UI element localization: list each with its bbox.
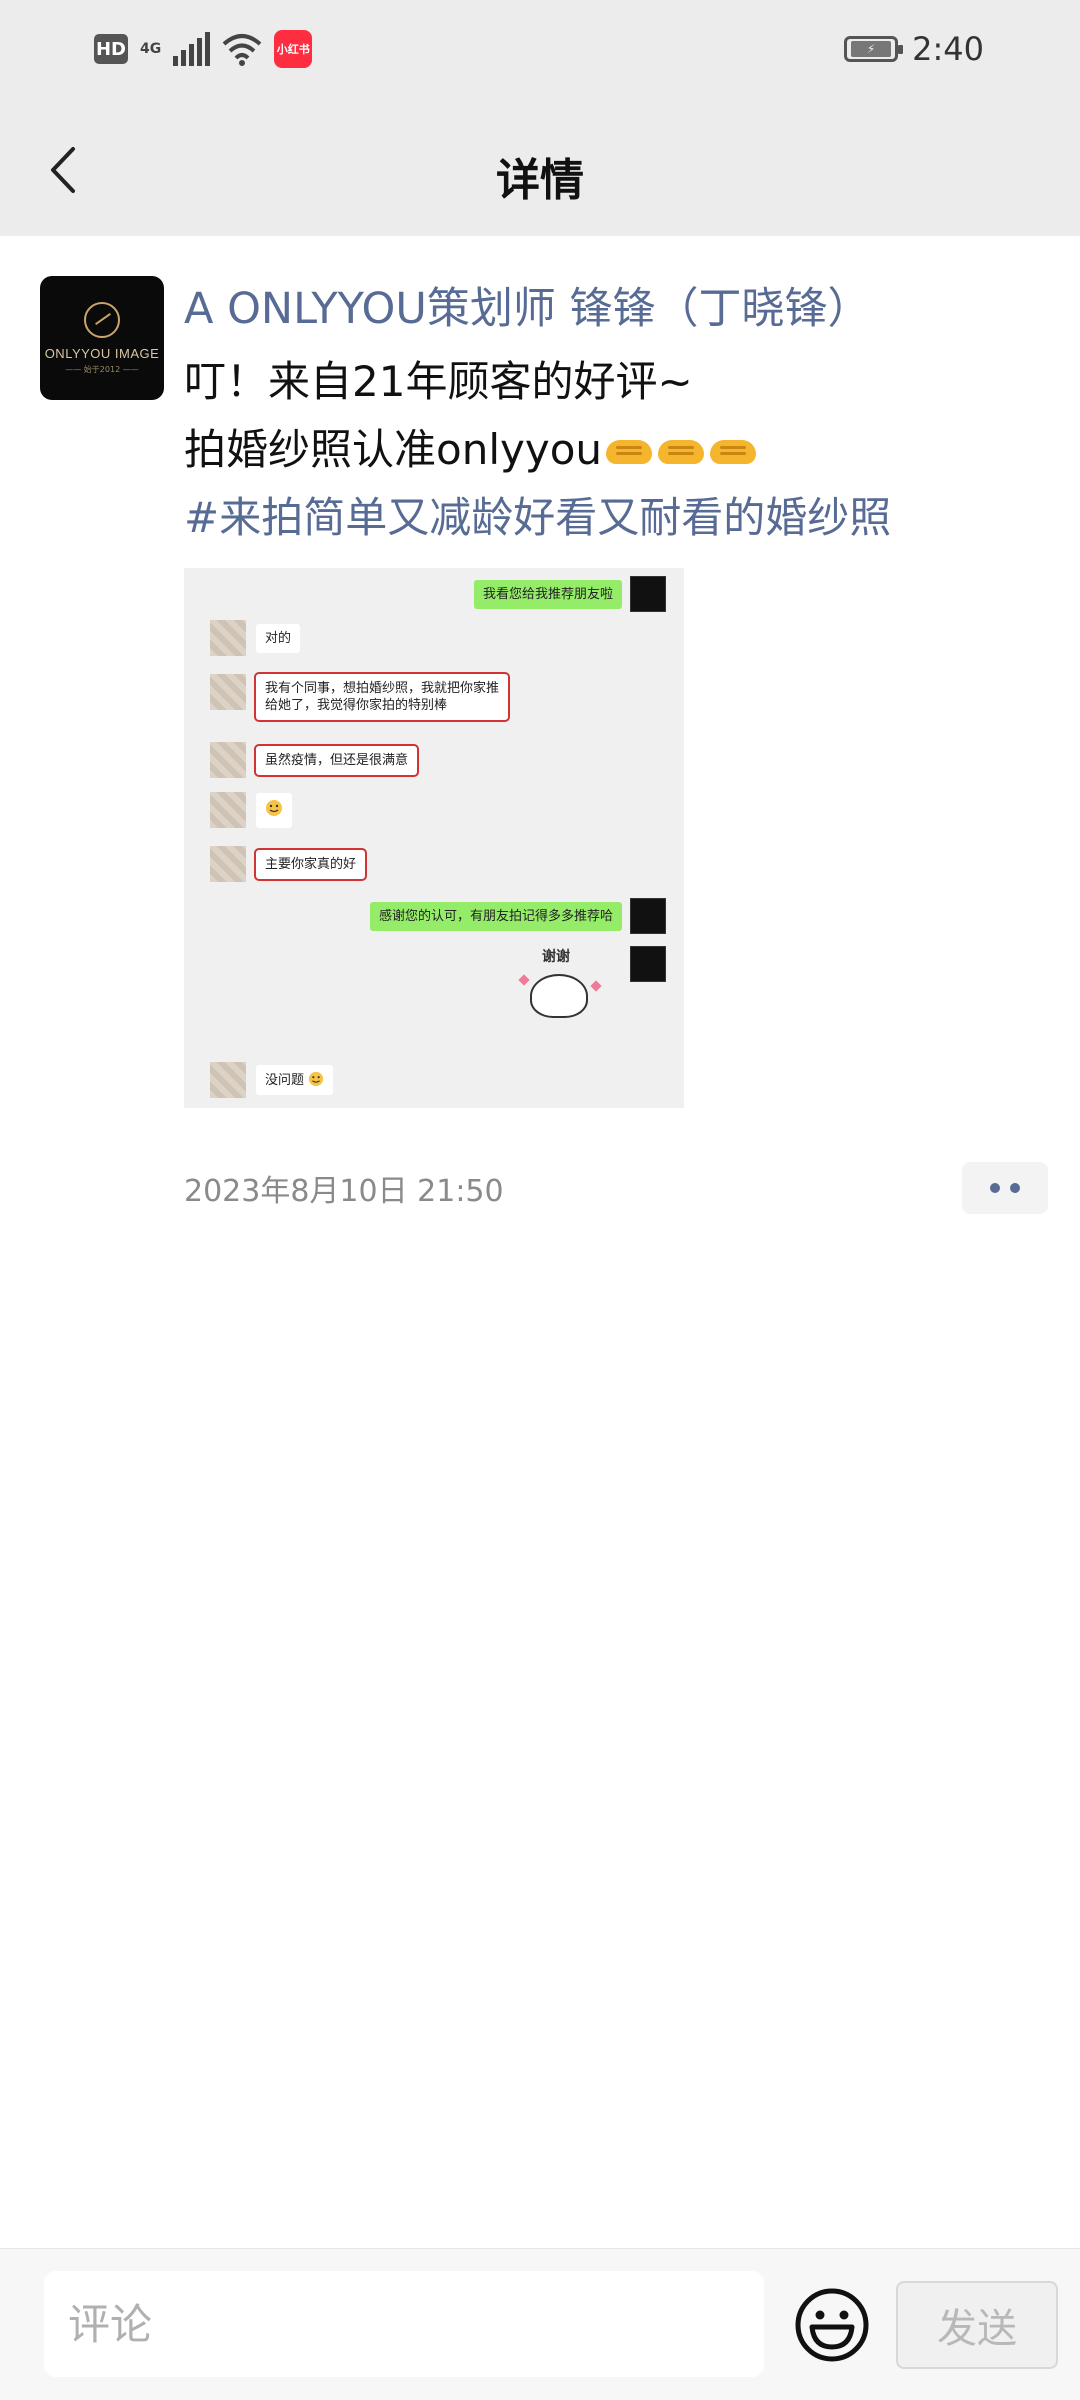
page-title: 详情 — [496, 155, 584, 206]
thanks-sticker: 谢谢 — [518, 946, 602, 1026]
handshake-emoji-icon — [604, 430, 654, 468]
sticker-character-icon — [530, 974, 588, 1018]
chat-row-received: 虽然疫情，但还是很满意 — [210, 742, 420, 778]
chat-row-received: 主要你家真的好 — [210, 846, 368, 882]
post-line-1: 叮！来自21年顾客的好评~ — [184, 357, 693, 406]
xiaohongshu-app-icon: 小红书 — [274, 30, 313, 68]
author-name[interactable]: A ONLYYOU策划师 锋锋（丁晓锋） — [184, 274, 871, 336]
nav-bar: 详情 — [0, 104, 1080, 236]
chat-bubble: 感谢您的认可，有朋友拍记得多多推荐哈 — [369, 901, 622, 931]
avatar[interactable]: ONLYYOU IMAGE —— 始于2012 —— — [40, 276, 164, 400]
chat-avatar — [630, 946, 666, 982]
chat-row-received: 对的 — [210, 620, 301, 656]
chat-bubble-highlighted: 虽然疫情，但还是很满意 — [253, 743, 420, 777]
chat-bubble: 我看您给我推荐朋友啦 — [473, 579, 622, 609]
chat-row-sent — [630, 946, 666, 982]
chat-bubble-text: 没问题 — [265, 1073, 305, 1088]
chat-bubble: 对的 — [256, 623, 301, 653]
comment-input[interactable] — [44, 2271, 764, 2377]
wifi-icon — [222, 34, 262, 66]
chat-avatar — [630, 898, 666, 934]
post-line-2: 拍婚纱照认准onlyyou — [184, 416, 1044, 484]
chat-row-sent: 我看您给我推荐朋友啦 — [473, 576, 666, 612]
chat-row-received — [210, 792, 292, 828]
chat-row-sent: 感谢您的认可，有朋友拍记得多多推荐哈 — [369, 898, 666, 934]
handshake-emoji-icon — [656, 430, 706, 468]
chat-bubble-line: 我有个同事，想拍婚纱照，我就把你家推 — [265, 681, 500, 696]
chat-avatar — [630, 576, 666, 612]
chat-bubble-highlighted: 我有个同事，想拍婚纱照，我就把你家推 给她了，我觉得你家拍的特别棒 — [253, 672, 511, 722]
handshake-emoji-icon — [708, 430, 758, 468]
chat-bubble — [256, 792, 292, 828]
status-right-icons: ⚡ 2:40 — [844, 30, 984, 68]
post-text: 叮！来自21年顾客的好评~ 拍婚纱照认准onlyyou #来拍简单又减龄好看又耐… — [184, 348, 1044, 552]
chat-avatar — [210, 674, 246, 710]
post-line-2-text: 拍婚纱照认准onlyyou — [184, 425, 603, 474]
dot-icon — [1010, 1183, 1020, 1193]
post-image[interactable]: 我看您给我推荐朋友啦 对的 我有个同事，想拍婚纱照，我就把你家推 给她了，我觉得… — [184, 568, 684, 1108]
smile-emoji-icon — [266, 799, 282, 816]
smile-emoji-icon — [309, 1071, 324, 1087]
dot-icon — [990, 1183, 1000, 1193]
avatar-logo-text: ONLYYOU IMAGE — [44, 345, 160, 361]
chat-avatar — [210, 792, 246, 828]
chat-bubble-line: 给她了，我觉得你家拍的特别棒 — [265, 698, 448, 713]
sticker-text: 谢谢 — [542, 949, 570, 965]
comment-bar: 发送 — [0, 2248, 1080, 2400]
hashtag-link[interactable]: #来拍简单又减龄好看又耐看的婚纱照 — [184, 484, 1044, 552]
chat-row-received: 我有个同事，想拍婚纱照，我就把你家推 给她了，我觉得你家拍的特别棒 — [210, 672, 511, 722]
status-bar: HD 4G 小红书 ⚡ 2:40 — [0, 0, 1080, 104]
chat-bubble-highlighted: 主要你家真的好 — [253, 847, 368, 881]
emoji-icon[interactable] — [794, 2287, 870, 2363]
chat-avatar — [210, 846, 246, 882]
chat-avatar — [210, 742, 246, 778]
status-left-icons: HD 4G 小红书 — [94, 30, 313, 68]
clock: 2:40 — [912, 30, 984, 68]
network-type-label: 4G — [140, 41, 162, 57]
battery-icon: ⚡ — [844, 36, 904, 62]
chat-avatar — [210, 1062, 246, 1098]
chat-row-received: 没问题 — [210, 1062, 334, 1098]
signal-icon — [173, 32, 211, 66]
heart-icon — [590, 980, 602, 992]
chat-avatar — [210, 620, 246, 656]
heart-icon — [518, 974, 530, 986]
chat-bubble: 没问题 — [256, 1065, 334, 1095]
more-options-button[interactable] — [962, 1162, 1048, 1214]
hd-icon: HD — [94, 34, 128, 64]
send-button[interactable]: 发送 — [896, 2281, 1058, 2369]
avatar-logo-subtext: —— 始于2012 —— — [65, 364, 139, 374]
post-timestamp: 2023年8月10日 21:50 — [184, 1174, 504, 1209]
logo-mark-icon — [84, 301, 120, 338]
